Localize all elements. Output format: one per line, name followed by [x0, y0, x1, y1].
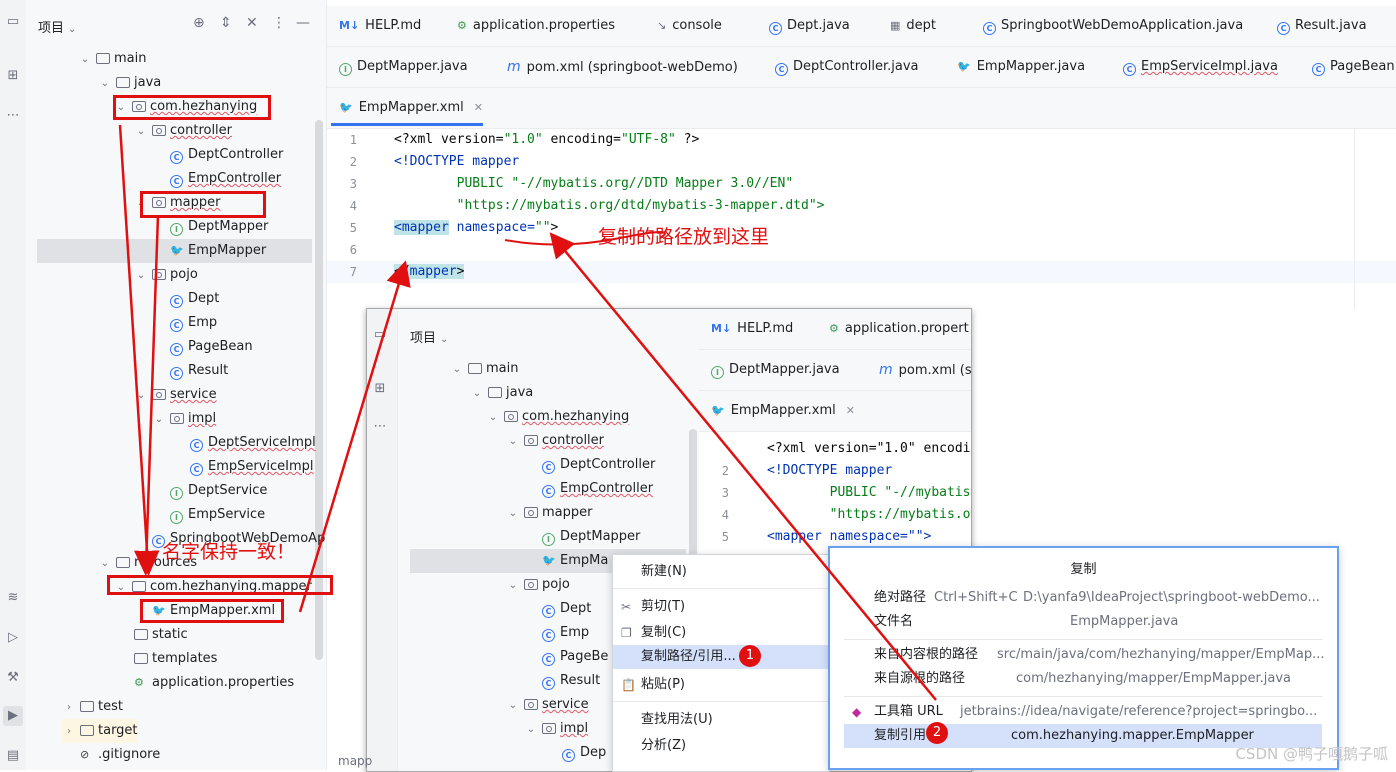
bottom-breadcrumb: mapp: [338, 754, 373, 768]
annotation-copy-here: 复制的路径放到这里: [598, 226, 770, 248]
watermark: CSDN @鸭子嘎鹅子呱: [1235, 745, 1388, 763]
annotation-arrows: [118, 124, 937, 701]
annotation-same-name: 名字保持一致！: [162, 541, 296, 563]
